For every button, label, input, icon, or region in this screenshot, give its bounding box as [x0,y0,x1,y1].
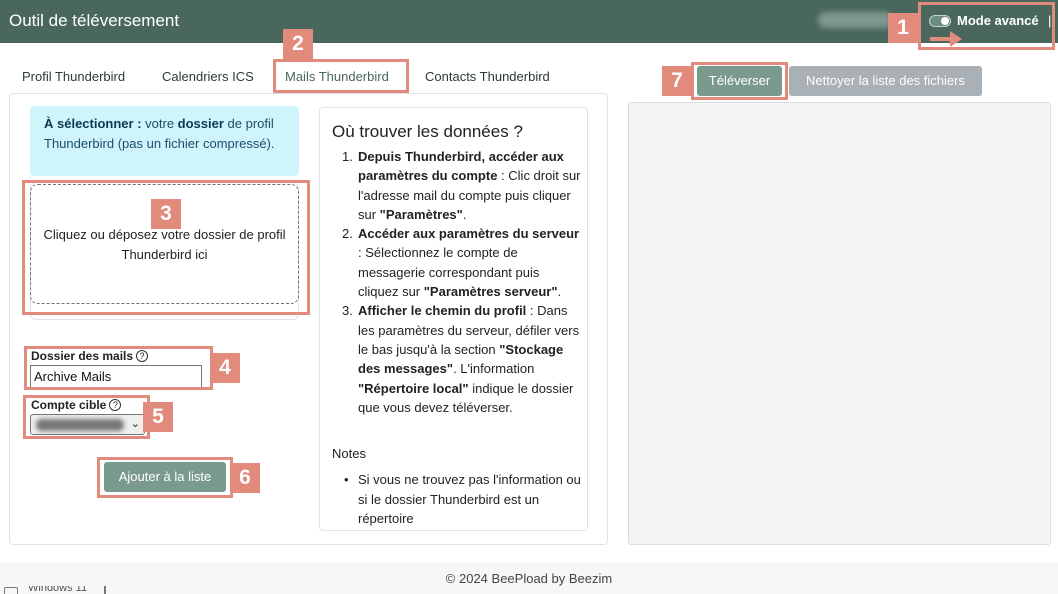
step-text-2: . L'information [453,361,535,377]
info-prefix: À sélectionner : [44,116,142,131]
annotation-badge-1: 1 [888,13,918,43]
step-text-2: . [462,206,467,222]
step-bold: Accéder aux paramètres du serveur [358,226,580,242]
annotation-box-4 [24,346,213,390]
note-item: • Si vous ne trouvez pas l'information o… [332,470,582,529]
help-steps-list: 1. Depuis Thunderbird, accéder aux param… [332,147,582,417]
step-number: 1. [342,149,353,164]
help-step: 3. Afficher le chemin du profil : Dans l… [332,301,582,417]
info-bold-2: dossier [177,116,224,131]
step-number: 2. [342,226,353,242]
taskbar-text: Windows 11 [28,586,88,594]
annotation-box-2 [273,59,409,93]
step-bold-2: "Paramètres" [379,206,463,222]
step-bold: Afficher le chemin du profil [358,303,527,319]
notes-label: Notes [332,446,366,461]
annotation-box-6 [97,457,233,498]
taskbar-divider [104,586,106,594]
info-text-1: votre [141,116,178,131]
bullet-icon: • [344,472,349,487]
help-step: 2. Accéder aux paramètres du serveur : S… [332,224,582,301]
tab-calendriers-ics[interactable]: Calendriers ICS [162,69,254,84]
annotation-badge-5: 5 [143,402,173,432]
step-text-2: . [557,284,562,300]
file-list-panel [628,102,1051,545]
note-text: Si vous ne trouvez pas l'information ou … [358,472,581,526]
annotation-badge-6: 6 [230,463,260,493]
footer-text: © 2024 BeePload by Beezim [445,571,613,586]
tab-contacts-thunderbird[interactable]: Contacts Thunderbird [425,69,550,84]
annotation-badge-2: 2 [283,29,313,59]
step-number: 3. [342,303,353,319]
taskbar-fragment: Windows 11 [0,586,110,594]
annotation-badge-3: 3 [151,199,181,229]
clear-file-list-button[interactable]: Nettoyer la liste des fichiers [789,66,982,96]
annotation-badge-4: 4 [210,353,240,383]
annotation-box-7 [691,62,788,100]
selection-info-box: À sélectionner : votre dossier de profil… [30,106,299,176]
window-icon [4,587,18,594]
step-bold-3: "Répertoire local" [358,380,469,396]
help-title: Où trouver les données ? [332,122,523,141]
annotation-box-5 [23,395,150,439]
tab-profil-thunderbird[interactable]: Profil Thunderbird [22,69,125,84]
user-name-blurred [818,12,892,28]
step-bold-2: "Paramètres serveur" [423,284,558,300]
app-title: Outil de téléversement [9,11,180,30]
help-panel: Où trouver les données ? 1. Depuis Thund… [319,107,588,531]
annotation-badge-7: 7 [662,66,692,96]
help-step: 1. Depuis Thunderbird, accéder aux param… [332,147,582,224]
arrow-right-icon [930,31,962,47]
